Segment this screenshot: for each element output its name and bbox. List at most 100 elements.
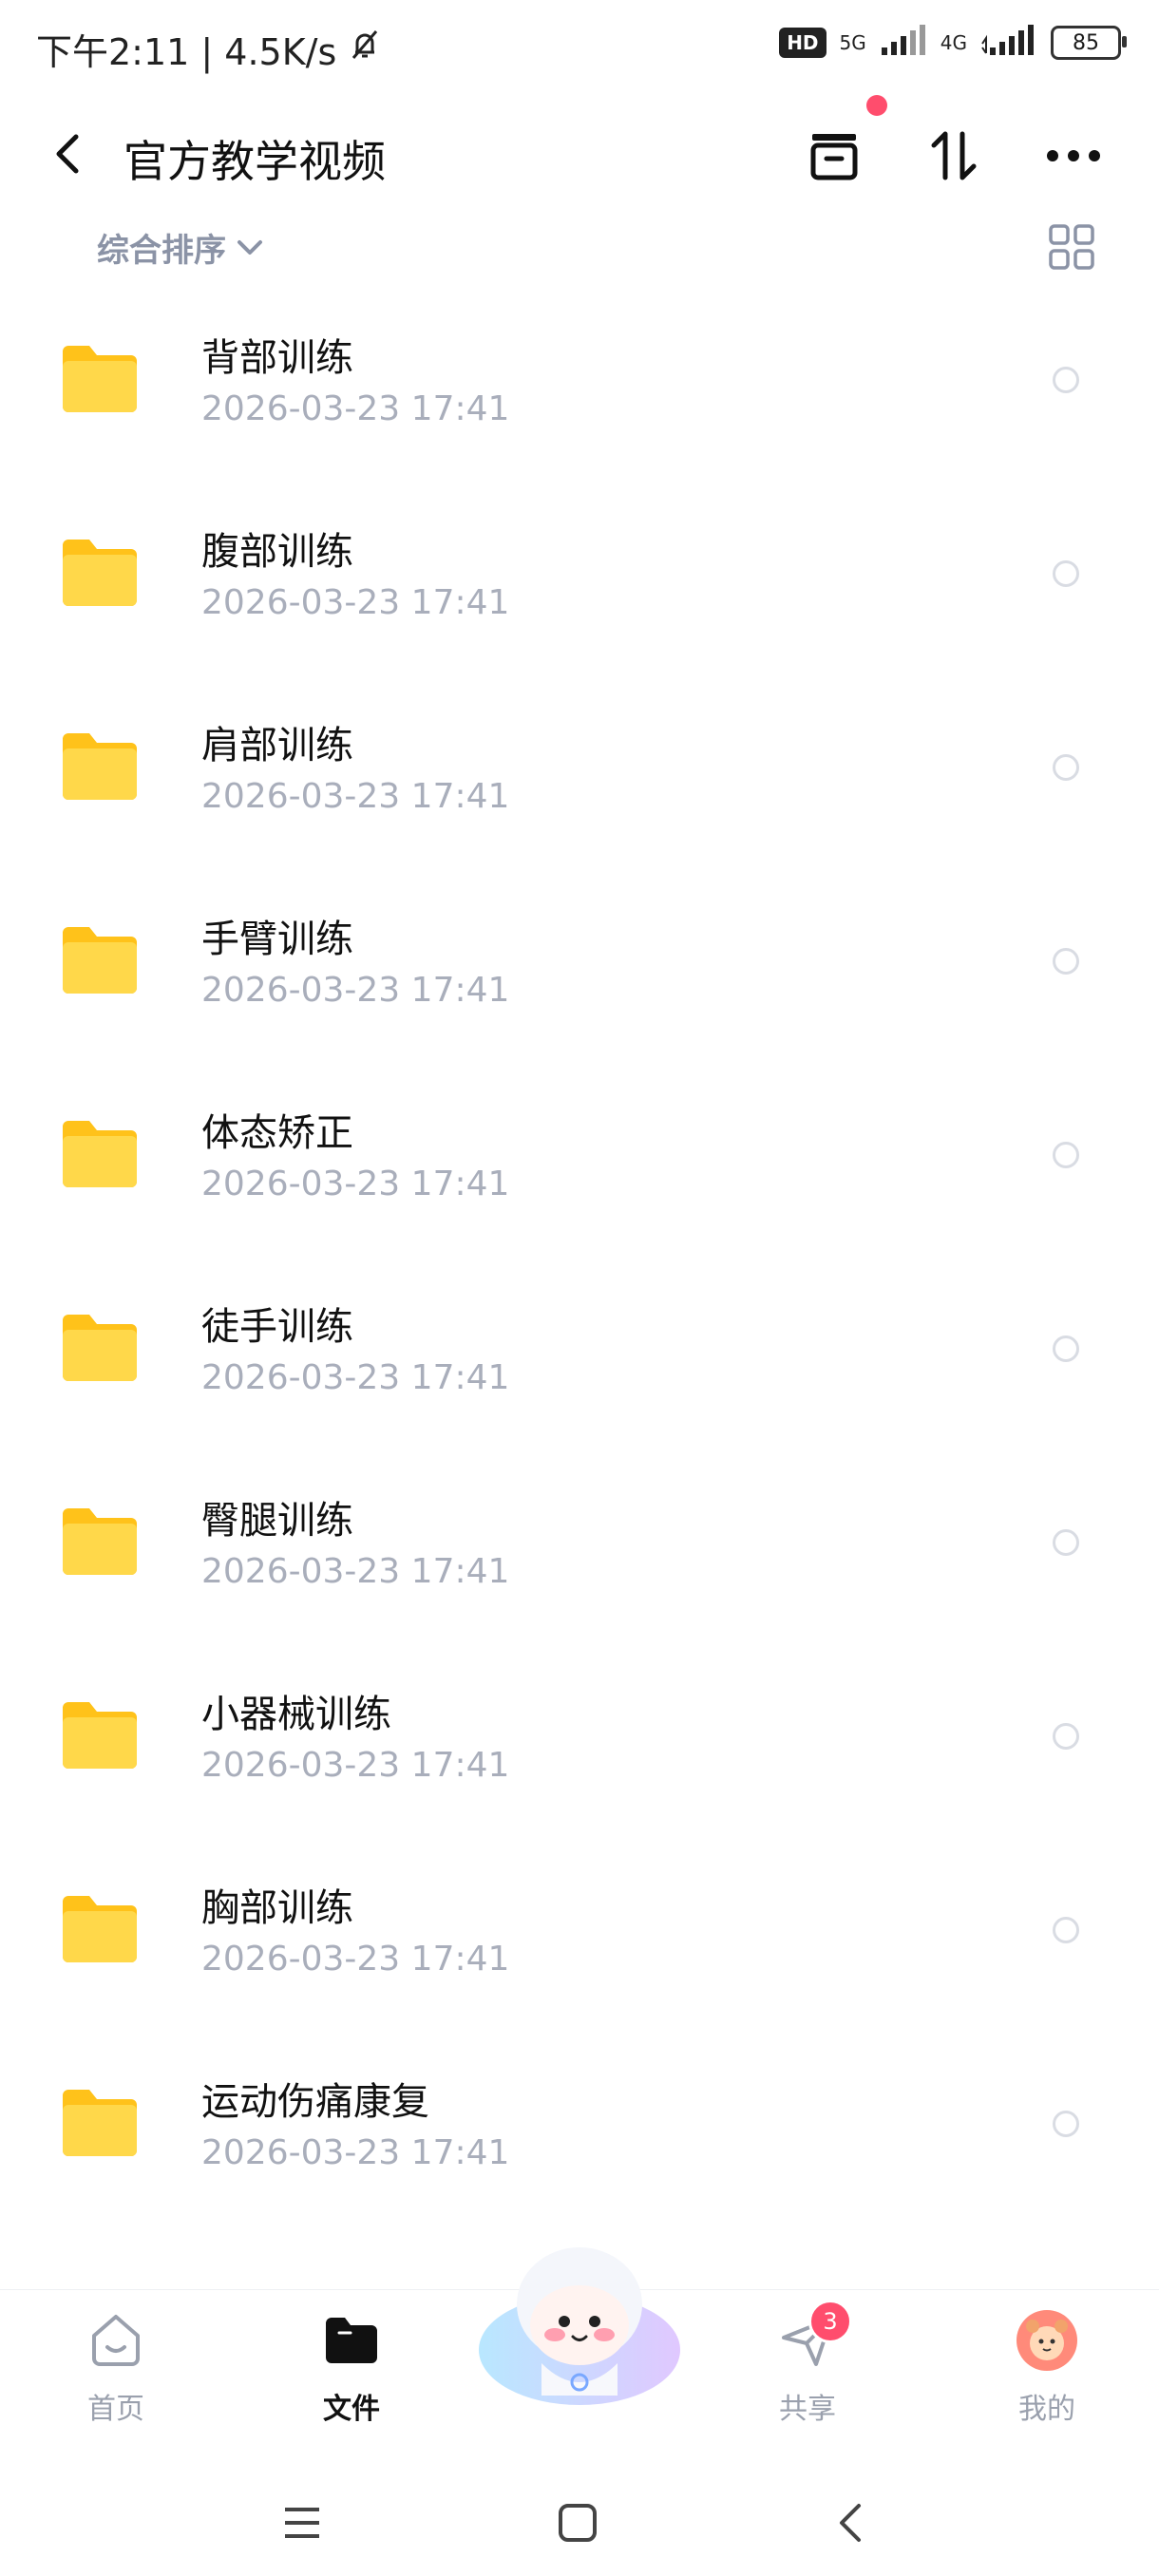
chevron-down-icon: [238, 239, 262, 255]
grid-view-icon: [1049, 224, 1094, 270]
mute-bell-icon: [346, 26, 384, 72]
list-item[interactable]: 体态矫正 2026-03-23 17:41: [0, 1060, 1159, 1254]
folder-date: 2026-03-23 17:41: [201, 1358, 510, 1397]
folder-name: 体态矫正: [201, 1111, 353, 1155]
list-item[interactable]: 运动伤痛康复 2026-03-23 17:41: [0, 2029, 1159, 2223]
folder-date: 2026-03-23 17:41: [201, 777, 510, 816]
home-system-button[interactable]: [549, 2494, 606, 2551]
select-radio[interactable]: [1053, 1335, 1079, 1362]
more-dots-icon: [1047, 150, 1100, 161]
nav-share-label: 共享: [779, 2393, 836, 2426]
folder-name: 背部训练: [201, 336, 353, 380]
folder-name: 手臂训练: [201, 918, 353, 961]
status-right: HD 5G 4G 85: [779, 25, 1127, 61]
folder-name: 运动伤痛康复: [201, 2080, 429, 2124]
list-item[interactable]: 胸部训练 2026-03-23 17:41: [0, 1835, 1159, 2029]
sort-label: 综合排序: [97, 232, 226, 270]
system-nav-bar: [0, 2470, 1159, 2576]
folder-date: 2026-03-23 17:41: [201, 1746, 510, 1785]
folder-icon: [59, 342, 141, 416]
list-item[interactable]: 背部训练 2026-03-23 17:41: [0, 285, 1159, 479]
more-menu-button[interactable]: [1036, 118, 1112, 194]
select-radio[interactable]: [1053, 1917, 1079, 1943]
folder-icon: [59, 1505, 141, 1579]
select-radio[interactable]: [1053, 560, 1079, 587]
back-system-button[interactable]: [823, 2494, 880, 2551]
grid-view-button[interactable]: [1047, 222, 1096, 272]
folder-filled-icon: [320, 2309, 383, 2372]
archive-box-icon: [810, 134, 858, 180]
nav-mine-label: 我的: [1018, 2393, 1075, 2426]
select-radio[interactable]: [1053, 1142, 1079, 1168]
folder-icon: [59, 923, 141, 997]
folder-date: 2026-03-23 17:41: [201, 971, 510, 1010]
select-radio[interactable]: [1053, 754, 1079, 781]
nav-home-label: 首页: [87, 2393, 144, 2426]
network-5g-label: 5G: [839, 31, 866, 54]
sort-dropdown[interactable]: 综合排序: [97, 224, 266, 271]
chevron-left-icon: [56, 134, 79, 174]
nav-files[interactable]: 文件: [285, 2309, 418, 2452]
folder-icon: [59, 1698, 141, 1772]
folder-date: 2026-03-23 17:41: [201, 1165, 510, 1203]
signal-4g-icon: [980, 25, 1037, 61]
paper-plane-icon: 3: [776, 2300, 852, 2372]
folder-icon: [59, 536, 141, 610]
list-item[interactable]: 徒手训练 2026-03-23 17:41: [0, 1254, 1159, 1448]
square-icon: [559, 2504, 597, 2542]
folder-date: 2026-03-23 17:41: [201, 1940, 510, 1979]
folder-name: 臀腿训练: [201, 1499, 353, 1543]
select-radio[interactable]: [1053, 367, 1079, 393]
list-item[interactable]: 肩部训练 2026-03-23 17:41: [0, 672, 1159, 866]
transfer-box-button[interactable]: [796, 118, 872, 194]
folder-icon: [59, 1117, 141, 1191]
sort-row: 综合排序: [0, 217, 1159, 277]
menu-button[interactable]: [274, 2494, 331, 2551]
folder-name: 肩部训练: [201, 724, 353, 767]
folder-date: 2026-03-23 17:41: [201, 1552, 510, 1591]
folder-name: 腹部训练: [201, 530, 353, 574]
select-radio[interactable]: [1053, 2111, 1079, 2137]
select-radio[interactable]: [1053, 1529, 1079, 1556]
mascot-icon: [479, 2247, 680, 2405]
folder-icon: [59, 1892, 141, 1966]
file-list: 背部训练 2026-03-23 17:41 腹部训练 2026-03-23 17…: [0, 285, 1159, 2223]
list-item[interactable]: 臀腿训练 2026-03-23 17:41: [0, 1448, 1159, 1641]
folder-date: 2026-03-23 17:41: [201, 583, 510, 622]
folder-name: 徒手训练: [201, 1305, 353, 1349]
back-arrow-icon: [840, 2504, 861, 2542]
nav-files-label: 文件: [323, 2393, 380, 2426]
signal-5g-icon: [880, 25, 927, 61]
menu-icon: [285, 2508, 319, 2538]
status-bar: 下午2:11 | 4.5K/s HD 5G 4G 85: [0, 0, 1159, 95]
status-time-speed: 下午2:11 | 4.5K/s: [36, 31, 337, 73]
list-item[interactable]: 腹部训练 2026-03-23 17:41: [0, 479, 1159, 672]
page-title: 官方教学视频: [124, 136, 386, 187]
list-item[interactable]: 手臂训练 2026-03-23 17:41: [0, 866, 1159, 1060]
folder-name: 胸部训练: [201, 1886, 353, 1930]
avatar: [1016, 2309, 1078, 2372]
ai-assistant-mascot-button[interactable]: [475, 2234, 684, 2424]
network-4g-label: 4G: [940, 31, 967, 54]
folder-date: 2026-03-23 17:41: [201, 389, 510, 428]
folder-icon: [59, 729, 141, 804]
hd-badge: HD: [779, 28, 826, 58]
folder-icon: [59, 2086, 141, 2160]
battery-indicator: 85: [1051, 26, 1127, 60]
notification-dot: [866, 95, 887, 116]
back-button[interactable]: [42, 127, 95, 180]
share-badge: 3: [808, 2300, 852, 2343]
home-icon: [85, 2309, 147, 2372]
sort-order-button[interactable]: [916, 118, 992, 194]
select-radio[interactable]: [1053, 948, 1079, 975]
nav-mine[interactable]: 我的: [980, 2309, 1113, 2452]
select-radio[interactable]: [1053, 1723, 1079, 1750]
nav-home[interactable]: 首页: [49, 2309, 182, 2452]
folder-name: 小器械训练: [201, 1693, 391, 1736]
folder-icon: [59, 1311, 141, 1385]
header: 官方教学视频: [0, 104, 1159, 209]
sort-arrows-icon: [931, 131, 977, 180]
nav-share[interactable]: 3 共享: [741, 2300, 874, 2452]
list-item[interactable]: 小器械训练 2026-03-23 17:41: [0, 1641, 1159, 1835]
folder-date: 2026-03-23 17:41: [201, 2133, 510, 2172]
